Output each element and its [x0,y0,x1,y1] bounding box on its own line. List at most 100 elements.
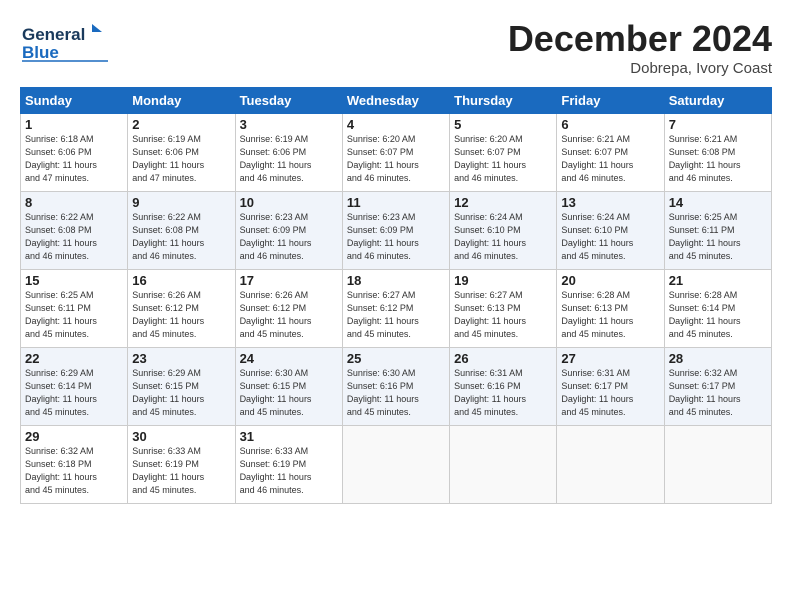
header-sunday: Sunday [21,88,128,114]
week-row-0: 1Sunrise: 6:18 AMSunset: 6:06 PMDaylight… [21,114,772,192]
day-info: Sunrise: 6:30 AMSunset: 6:16 PMDaylight:… [347,367,445,419]
day-info: Sunrise: 6:20 AMSunset: 6:07 PMDaylight:… [454,133,552,185]
day-cell: 26Sunrise: 6:31 AMSunset: 6:16 PMDayligh… [450,348,557,426]
day-number: 21 [669,273,767,288]
day-info: Sunrise: 6:29 AMSunset: 6:15 PMDaylight:… [132,367,230,419]
header-row: SundayMondayTuesdayWednesdayThursdayFrid… [21,88,772,114]
header-saturday: Saturday [664,88,771,114]
month-title: December 2024 [508,18,772,60]
day-number: 2 [132,117,230,132]
day-info: Sunrise: 6:26 AMSunset: 6:12 PMDaylight:… [132,289,230,341]
day-cell: 11Sunrise: 6:23 AMSunset: 6:09 PMDayligh… [342,192,449,270]
day-cell: 31Sunrise: 6:33 AMSunset: 6:19 PMDayligh… [235,426,342,504]
day-info: Sunrise: 6:27 AMSunset: 6:12 PMDaylight:… [347,289,445,341]
day-info: Sunrise: 6:29 AMSunset: 6:14 PMDaylight:… [25,367,123,419]
day-cell: 22Sunrise: 6:29 AMSunset: 6:14 PMDayligh… [21,348,128,426]
day-cell: 15Sunrise: 6:25 AMSunset: 6:11 PMDayligh… [21,270,128,348]
header-monday: Monday [128,88,235,114]
day-number: 5 [454,117,552,132]
day-cell: 9Sunrise: 6:22 AMSunset: 6:08 PMDaylight… [128,192,235,270]
day-info: Sunrise: 6:20 AMSunset: 6:07 PMDaylight:… [347,133,445,185]
day-cell: 25Sunrise: 6:30 AMSunset: 6:16 PMDayligh… [342,348,449,426]
week-row-1: 8 Sunrise: 6:22 AMSunset: 6:08 PMDaylight… [21,192,772,270]
day-cell [342,426,449,504]
day-cell: 20Sunrise: 6:28 AMSunset: 6:13 PMDayligh… [557,270,664,348]
day-info: Sunrise: 6:21 AMSunset: 6:07 PMDaylight:… [561,133,659,185]
day-number: 11 [347,195,445,210]
day-number: 9 [132,195,230,210]
day-cell: 18Sunrise: 6:27 AMSunset: 6:12 PMDayligh… [342,270,449,348]
day-info: Sunrise: 6:22 AMSunset: 6:08 PMDaylight:… [132,211,230,263]
day-cell: 2Sunrise: 6:19 AMSunset: 6:06 PMDaylight… [128,114,235,192]
logo: General Blue [20,18,110,68]
day-number: 29 [25,429,123,444]
calendar-table: SundayMondayTuesdayWednesdayThursdayFrid… [20,87,772,504]
location: Dobrepa, Ivory Coast [508,60,772,77]
header-thursday: Thursday [450,88,557,114]
day-number: 3 [240,117,338,132]
day-cell: 19Sunrise: 6:27 AMSunset: 6:13 PMDayligh… [450,270,557,348]
day-info: Sunrise: 6:25 AMSunset: 6:11 PMDaylight:… [669,211,767,263]
day-info: Sunrise: 6:30 AMSunset: 6:15 PMDaylight:… [240,367,338,419]
day-cell: 24Sunrise: 6:30 AMSunset: 6:15 PMDayligh… [235,348,342,426]
day-number: 20 [561,273,659,288]
header-friday: Friday [557,88,664,114]
day-number: 7 [669,117,767,132]
day-number: 22 [25,351,123,366]
day-info: Sunrise: 6:27 AMSunset: 6:13 PMDaylight:… [454,289,552,341]
day-cell: 12Sunrise: 6:24 AMSunset: 6:10 PMDayligh… [450,192,557,270]
day-info: Sunrise: 6:24 AMSunset: 6:10 PMDaylight:… [561,211,659,263]
day-number: 31 [240,429,338,444]
day-number: 6 [561,117,659,132]
day-cell: 23Sunrise: 6:29 AMSunset: 6:15 PMDayligh… [128,348,235,426]
day-cell [664,426,771,504]
day-cell: 4Sunrise: 6:20 AMSunset: 6:07 PMDaylight… [342,114,449,192]
header: General Blue December 2024 Dobrepa, Ivor… [20,18,772,77]
day-cell: 1Sunrise: 6:18 AMSunset: 6:06 PMDaylight… [21,114,128,192]
page: General Blue December 2024 Dobrepa, Ivor… [0,0,792,612]
day-number: 1 [25,117,123,132]
day-number: 8 [25,195,123,210]
day-number: 30 [132,429,230,444]
day-info: Sunrise: 6:24 AMSunset: 6:10 PMDaylight:… [454,211,552,263]
day-cell: 13Sunrise: 6:24 AMSunset: 6:10 PMDayligh… [557,192,664,270]
day-number: 12 [454,195,552,210]
day-number: 14 [669,195,767,210]
day-cell: 16Sunrise: 6:26 AMSunset: 6:12 PMDayligh… [128,270,235,348]
day-number: 10 [240,195,338,210]
day-info: Sunrise: 6:28 AMSunset: 6:13 PMDaylight:… [561,289,659,341]
day-info: Sunrise: 6:33 AMSunset: 6:19 PMDaylight:… [240,445,338,497]
day-cell: 5Sunrise: 6:20 AMSunset: 6:07 PMDaylight… [450,114,557,192]
day-info: Sunrise: 6:23 AMSunset: 6:09 PMDaylight:… [347,211,445,263]
day-number: 26 [454,351,552,366]
day-info: Sunrise: 6:25 AMSunset: 6:11 PMDaylight:… [25,289,123,341]
header-tuesday: Tuesday [235,88,342,114]
day-number: 4 [347,117,445,132]
day-cell: 29Sunrise: 6:32 AMSunset: 6:18 PMDayligh… [21,426,128,504]
day-number: 28 [669,351,767,366]
day-info: Sunrise: 6:19 AMSunset: 6:06 PMDaylight:… [132,133,230,185]
svg-text:Blue: Blue [22,43,59,62]
day-number: 25 [347,351,445,366]
day-number: 17 [240,273,338,288]
day-info: Sunrise: 6:23 AMSunset: 6:09 PMDaylight:… [240,211,338,263]
week-row-4: 29Sunrise: 6:32 AMSunset: 6:18 PMDayligh… [21,426,772,504]
day-cell: 14Sunrise: 6:25 AMSunset: 6:11 PMDayligh… [664,192,771,270]
day-info: Sunrise: 6:18 AMSunset: 6:06 PMDaylight:… [25,133,123,185]
day-number: 16 [132,273,230,288]
day-info: Sunrise: 6:26 AMSunset: 6:12 PMDaylight:… [240,289,338,341]
day-cell: 21Sunrise: 6:28 AMSunset: 6:14 PMDayligh… [664,270,771,348]
day-info: Sunrise: 6:21 AMSunset: 6:08 PMDaylight:… [669,133,767,185]
day-info: Sunrise: 6:32 AMSunset: 6:17 PMDaylight:… [669,367,767,419]
day-cell [557,426,664,504]
day-number: 15 [25,273,123,288]
day-cell: 3Sunrise: 6:19 AMSunset: 6:06 PMDaylight… [235,114,342,192]
day-cell [450,426,557,504]
day-number: 18 [347,273,445,288]
day-cell: 6Sunrise: 6:21 AMSunset: 6:07 PMDaylight… [557,114,664,192]
day-info: Sunrise: 6:33 AMSunset: 6:19 PMDaylight:… [132,445,230,497]
day-number: 23 [132,351,230,366]
week-row-2: 15Sunrise: 6:25 AMSunset: 6:11 PMDayligh… [21,270,772,348]
day-info: Sunrise: 6:31 AMSunset: 6:16 PMDaylight:… [454,367,552,419]
day-cell: 8Sunrise: 6:22 AMSunset: 6:08 PMDaylight… [21,192,128,270]
